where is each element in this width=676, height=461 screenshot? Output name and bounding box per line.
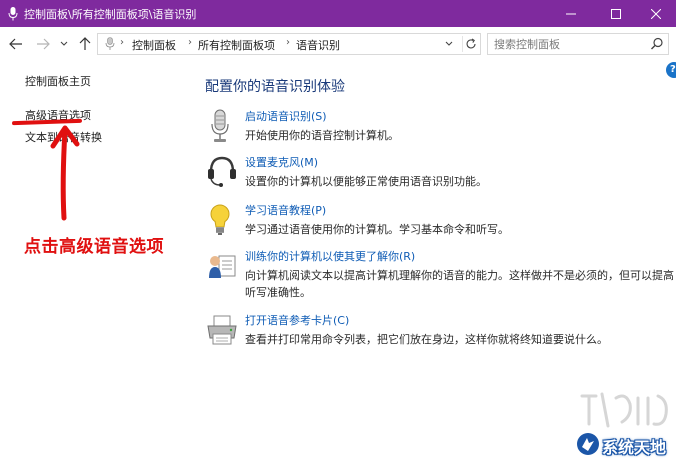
control-panel-icon bbox=[105, 37, 115, 50]
breadcrumb-speech-recognition[interactable]: 语音识别 bbox=[296, 37, 340, 53]
breadcrumb-separator: › bbox=[188, 37, 192, 48]
maximize-button[interactable] bbox=[595, 0, 637, 27]
page-title: 配置你的语音识别体验 bbox=[205, 79, 345, 95]
task-description: 学习通过语音使用你的计算机。学习基本命令和听写。 bbox=[245, 223, 509, 236]
arrow-left-icon bbox=[9, 38, 22, 50]
task-link[interactable]: 启动语音识别(S) bbox=[245, 108, 327, 124]
search-box[interactable] bbox=[487, 33, 669, 55]
address-dropdown-button[interactable] bbox=[442, 37, 456, 51]
task-description: 开始使用你的语音控制计算机。 bbox=[245, 129, 399, 142]
forward-button[interactable] bbox=[34, 35, 52, 53]
breadcrumb-separator: › bbox=[286, 37, 290, 48]
microphone-icon bbox=[211, 109, 229, 142]
task-link[interactable]: 打开语音参考卡片(C) bbox=[245, 312, 349, 328]
help-button[interactable]: ? bbox=[666, 62, 676, 78]
task-link[interactable]: 训练你的计算机以使其更了解你(R) bbox=[245, 248, 415, 264]
microphone-icon bbox=[8, 7, 18, 21]
watermark-decoration bbox=[580, 392, 668, 428]
title-bar: 控制面板\所有控制面板项\语音识别 bbox=[0, 0, 676, 27]
search-input[interactable] bbox=[488, 34, 648, 54]
chevron-down-icon bbox=[445, 41, 453, 46]
headset-icon bbox=[208, 156, 236, 187]
refresh-button[interactable] bbox=[462, 36, 478, 52]
watermark-text: 系统天地 bbox=[602, 438, 667, 457]
arrow-right-icon bbox=[37, 38, 50, 50]
window-title: 控制面板\所有控制面板项\语音识别 bbox=[24, 8, 197, 21]
arrow-up-icon bbox=[79, 37, 91, 50]
minimize-button[interactable] bbox=[550, 0, 592, 27]
task-link[interactable]: 学习语音教程(P) bbox=[245, 202, 326, 218]
navigation-bar: › 控制面板 › 所有控制面板项 › 语音识别 bbox=[0, 27, 676, 61]
recent-locations-button[interactable] bbox=[58, 35, 70, 53]
up-button[interactable] bbox=[76, 35, 94, 53]
maximize-icon bbox=[611, 8, 621, 19]
task-description: 向计算机阅读文本以提高计算机理解你的语音的能力。这样做并不是必须的，但可以提高听… bbox=[245, 269, 674, 299]
refresh-icon bbox=[465, 38, 476, 49]
task-description: 查看并打印常用命令列表，把它们放在身边，这样你就将终知道要说什么。 bbox=[245, 333, 608, 346]
breadcrumb-control-panel[interactable]: 控制面板 bbox=[132, 37, 176, 53]
breadcrumb-separator: › bbox=[120, 37, 124, 48]
printer-icon bbox=[207, 315, 237, 345]
search-icon[interactable] bbox=[650, 37, 664, 51]
minimize-icon bbox=[566, 13, 576, 14]
breadcrumb-all-items[interactable]: 所有控制面板项 bbox=[198, 37, 275, 53]
back-button[interactable] bbox=[7, 35, 25, 53]
watermark-logo-icon bbox=[577, 433, 599, 455]
annotation-text: 点击高级语音选项 bbox=[24, 237, 164, 257]
close-button[interactable] bbox=[636, 0, 676, 27]
task-link[interactable]: 设置麦克风(M) bbox=[245, 154, 318, 170]
lightbulb-icon bbox=[210, 204, 230, 235]
address-bar[interactable]: › 控制面板 › 所有控制面板项 › 语音识别 bbox=[97, 33, 481, 55]
control-panel-home-link[interactable]: 控制面板主页 bbox=[25, 73, 91, 89]
task-description: 设置你的计算机以便能够正常使用语音识别功能。 bbox=[245, 175, 487, 188]
chevron-down-icon bbox=[60, 41, 68, 46]
user-document-icon bbox=[209, 255, 236, 278]
annotation-arrow bbox=[50, 125, 80, 221]
close-icon bbox=[651, 8, 661, 19]
